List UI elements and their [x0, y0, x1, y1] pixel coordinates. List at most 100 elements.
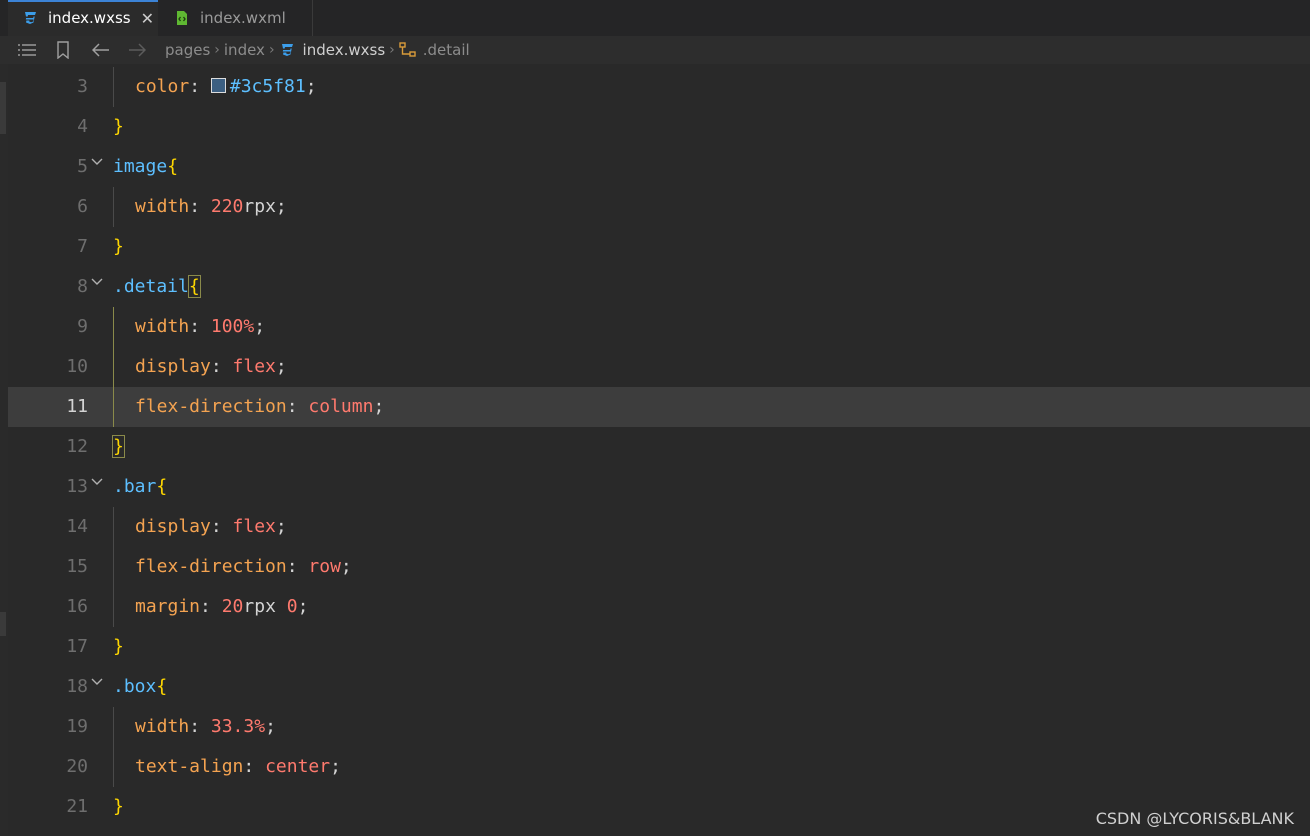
tab-index-wxml[interactable]: index.wxml — [158, 0, 312, 36]
code-text: .detail{ — [113, 267, 201, 307]
code-editor[interactable]: 3 color: #3c5f81; 4 } 5 image{ 6 width: … — [8, 64, 1310, 836]
css-number: 220 — [210, 196, 244, 217]
colon: : — [189, 716, 201, 737]
line-number: 14 — [66, 516, 88, 537]
colon: : — [200, 596, 211, 617]
code-text: width: 100%; — [135, 307, 265, 347]
semicolon: ; — [297, 596, 309, 617]
css-number: 100% — [210, 316, 255, 337]
semicolon: ; — [275, 196, 287, 217]
breadcrumb-item-index[interactable]: index — [224, 41, 265, 59]
indent-guide — [113, 187, 114, 227]
code-line: 18 .box{ — [8, 667, 1310, 707]
line-number: 9 — [77, 316, 88, 337]
code-line: 12 } — [8, 427, 1310, 467]
semicolon: ; — [275, 516, 287, 537]
css-property: width — [135, 196, 190, 217]
tab-index-wxss[interactable]: index.wxss ✕ — [8, 0, 158, 36]
wxml-file-icon — [174, 10, 190, 26]
code-text: margin: 20rpx 0; — [135, 587, 308, 627]
code-line: 13 .bar{ — [8, 467, 1310, 507]
code-text: display: flex; — [135, 507, 287, 547]
css-selector: .box — [113, 676, 157, 697]
line-number: 15 — [66, 556, 88, 577]
color-swatch[interactable] — [210, 78, 226, 93]
code-text: .bar{ — [113, 467, 167, 507]
line-number: 12 — [66, 436, 88, 457]
colon: : — [286, 556, 298, 577]
indent-guide — [113, 587, 114, 627]
chevron-right-icon: › — [389, 42, 395, 58]
left-gutter-strip — [0, 64, 8, 836]
colon: : — [189, 196, 201, 217]
line-number: 4 — [77, 116, 88, 137]
back-arrow-icon[interactable] — [90, 40, 112, 60]
code-text: width: 220rpx; — [135, 187, 287, 227]
css-selector: .detail — [113, 276, 189, 297]
indent-guide — [113, 347, 114, 387]
line-number: 8 — [77, 276, 88, 297]
code-line: 16 margin: 20rpx 0; — [8, 587, 1310, 627]
breadcrumb-item-selector[interactable]: .detail — [423, 41, 470, 59]
scroll-marker — [0, 612, 6, 636]
css-property: margin — [135, 596, 201, 617]
semicolon: ; — [265, 716, 276, 737]
tab-label: index.wxss — [48, 9, 131, 27]
css-number: 33.3% — [210, 716, 266, 737]
line-number: 13 — [66, 476, 88, 497]
css-file-icon — [279, 42, 295, 58]
breadcrumb-item-pages[interactable]: pages — [165, 41, 210, 59]
code-line: 4 } — [8, 107, 1310, 147]
css-value: flex — [232, 516, 276, 537]
chevron-right-icon: › — [214, 42, 220, 58]
brace: } — [113, 236, 124, 257]
chevron-down-icon[interactable] — [90, 473, 104, 487]
code-line: 6 width: 220rpx; — [8, 187, 1310, 227]
css-property: display — [135, 516, 211, 537]
indent-guide — [113, 507, 114, 547]
indent-guide — [113, 387, 114, 427]
code-text: flex-direction: row; — [135, 547, 352, 587]
forward-arrow-icon[interactable] — [126, 40, 148, 60]
code-text: width: 33.3%; — [135, 707, 276, 747]
brace: } — [112, 435, 125, 458]
code-line: 7 } — [8, 227, 1310, 267]
css-value: center — [265, 756, 331, 777]
chevron-down-icon[interactable] — [90, 153, 104, 167]
line-number: 5 — [77, 156, 88, 177]
breadcrumb-item-file[interactable]: index.wxss — [303, 41, 386, 59]
css-number: 20 — [221, 596, 244, 617]
colon: : — [286, 396, 298, 417]
semicolon: ; — [373, 396, 385, 417]
line-number: 7 — [77, 236, 88, 257]
semicolon: ; — [254, 316, 266, 337]
code-text: } — [113, 227, 124, 267]
close-icon[interactable]: ✕ — [141, 9, 154, 28]
brace: { — [156, 476, 168, 497]
brace: } — [113, 796, 124, 817]
code-line: 9 width: 100%; — [8, 307, 1310, 347]
semicolon: ; — [275, 356, 287, 377]
line-number: 6 — [77, 196, 88, 217]
line-number: 10 — [66, 356, 88, 377]
css-property: flex-direction — [135, 556, 287, 577]
code-line: 19 width: 33.3%; — [8, 707, 1310, 747]
chevron-down-icon[interactable] — [90, 273, 104, 287]
code-line: 10 display: flex; — [8, 347, 1310, 387]
brace: { — [167, 156, 179, 177]
css-value: column — [308, 396, 374, 417]
code-line-current: 11 flex-direction: column; — [8, 387, 1310, 427]
colon: : — [189, 316, 201, 337]
indent-guide — [113, 707, 114, 747]
breadcrumb-bar: pages › index › index.wxss › .detail — [0, 36, 1310, 64]
indent-guide — [113, 547, 114, 587]
code-line: 14 display: flex; — [8, 507, 1310, 547]
css-property: width — [135, 716, 190, 737]
bookmark-icon[interactable] — [52, 40, 74, 60]
code-line: 20 text-align: center; — [8, 747, 1310, 787]
chevron-down-icon[interactable] — [90, 673, 104, 687]
indent-guide — [113, 67, 114, 107]
css-property: display — [135, 356, 211, 377]
breadcrumb: pages › index › index.wxss › .detail — [165, 36, 470, 64]
outline-list-icon[interactable] — [16, 40, 38, 60]
